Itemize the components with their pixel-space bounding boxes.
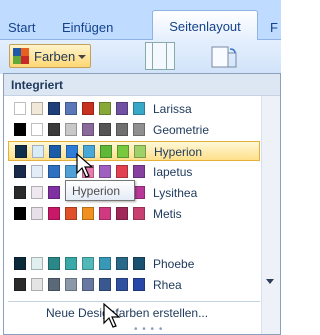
- color-swatch: [99, 207, 111, 220]
- orientation-icon[interactable]: [210, 45, 238, 69]
- color-swatch: [48, 186, 60, 199]
- scroll-down-arrow-icon[interactable]: [266, 279, 274, 284]
- theme-swatches: [14, 278, 154, 291]
- color-swatch: [14, 257, 26, 270]
- color-swatch: [65, 278, 77, 291]
- color-swatch: [99, 102, 111, 115]
- color-swatch: [14, 278, 26, 291]
- color-swatch: [65, 123, 77, 136]
- color-swatch: [133, 102, 145, 115]
- theme-row-geometrie[interactable]: Geometrie: [8, 120, 260, 140]
- color-swatch: [82, 102, 94, 115]
- gallery-header-label: Integriert: [11, 78, 64, 92]
- color-swatch: [48, 123, 60, 136]
- theme-name: Lysithea: [153, 186, 198, 200]
- create-new-label: Neue Designfarben erstellen...: [46, 306, 209, 320]
- color-swatch: [14, 123, 26, 136]
- color-swatch: [48, 257, 60, 270]
- color-swatch: [116, 207, 128, 220]
- color-swatch: [117, 145, 129, 158]
- color-swatch: [133, 207, 145, 220]
- color-swatch: [65, 207, 77, 220]
- theme-row-rhea[interactable]: Rhea: [8, 275, 260, 295]
- color-swatch: [82, 257, 94, 270]
- color-swatch: [31, 278, 43, 291]
- theme-tooltip: Hyperion: [65, 180, 135, 201]
- margins-icon[interactable]: [145, 42, 175, 70]
- theme-swatches: [14, 102, 154, 115]
- theme-swatches: [14, 207, 154, 220]
- color-swatch: [116, 123, 128, 136]
- color-swatch: [15, 145, 27, 158]
- color-swatch: [31, 165, 43, 178]
- color-swatch: [48, 102, 60, 115]
- colors-gallery-dropdown: Integriert Larissa Geometrie Hyperion Ia…: [3, 73, 281, 335]
- tooltip-text: Hyperion: [72, 184, 121, 198]
- color-swatch: [31, 123, 43, 136]
- color-swatch: [14, 186, 26, 199]
- color-swatch: [99, 278, 111, 291]
- color-swatch: [116, 165, 128, 178]
- color-swatch: [14, 207, 26, 220]
- tab-start[interactable]: Start: [8, 14, 35, 41]
- color-swatch: [116, 278, 128, 291]
- color-swatch: [65, 257, 77, 270]
- tab-seitenlayout[interactable]: Seitenlayout: [152, 10, 258, 41]
- theme-name: Larissa: [153, 102, 192, 116]
- theme-row-phoebe[interactable]: Phoebe: [8, 254, 260, 274]
- color-swatch: [48, 165, 60, 178]
- color-swatch: [82, 123, 94, 136]
- color-swatch: [14, 165, 26, 178]
- theme-colors-icon: [13, 48, 29, 64]
- theme-name: Rhea: [153, 278, 182, 292]
- farben-button[interactable]: Farben: [9, 44, 91, 68]
- color-swatch: [65, 102, 77, 115]
- ribbon-tab-bar: Start Einfügen Seitenlayout F: [0, 0, 281, 41]
- gallery-header: Integriert: [4, 74, 280, 96]
- gallery-scrollbar[interactable]: [261, 96, 280, 334]
- color-swatch: [100, 145, 112, 158]
- resize-grip-icon[interactable]: • • • •: [134, 324, 163, 334]
- color-swatch: [99, 257, 111, 270]
- tab-more[interactable]: F: [270, 14, 278, 41]
- theme-name: Iapetus: [153, 165, 193, 179]
- color-swatch: [31, 186, 43, 199]
- color-swatch: [133, 165, 145, 178]
- mouse-pointer-icon: [76, 153, 94, 178]
- farben-label: Farben: [34, 49, 76, 64]
- theme-name: Phoebe: [153, 257, 195, 271]
- theme-row-metis[interactable]: Metis: [8, 204, 260, 224]
- color-swatch: [31, 102, 43, 115]
- color-swatch: [32, 145, 44, 158]
- color-swatch: [134, 145, 146, 158]
- color-swatch: [49, 145, 61, 158]
- color-swatch: [31, 257, 43, 270]
- chevron-down-icon: [78, 55, 86, 59]
- color-swatch: [14, 102, 26, 115]
- color-swatch: [48, 207, 60, 220]
- color-swatch: [116, 102, 128, 115]
- color-swatch: [82, 278, 94, 291]
- theme-row-larissa[interactable]: Larissa: [8, 99, 260, 119]
- color-swatch: [116, 257, 128, 270]
- theme-swatches: [14, 123, 154, 136]
- theme-name: Hyperion: [154, 145, 203, 159]
- theme-name: Metis: [153, 207, 182, 221]
- color-swatch: [133, 123, 145, 136]
- theme-row-hyperion[interactable]: Hyperion: [8, 141, 260, 161]
- color-swatch: [82, 207, 94, 220]
- color-swatch: [133, 278, 145, 291]
- mouse-pointer-icon: [103, 303, 121, 328]
- tab-einfuegen[interactable]: Einfügen: [62, 14, 113, 41]
- theme-row-iapetus[interactable]: Iapetus: [8, 162, 260, 182]
- create-new-theme-colors-item[interactable]: Neue Designfarben erstellen...: [8, 301, 260, 321]
- color-swatch: [48, 278, 60, 291]
- color-swatch: [133, 257, 145, 270]
- color-swatch: [99, 123, 111, 136]
- theme-name: Geometrie: [153, 123, 210, 137]
- theme-swatches: [14, 257, 154, 270]
- color-swatch: [99, 165, 111, 178]
- color-swatch: [31, 207, 43, 220]
